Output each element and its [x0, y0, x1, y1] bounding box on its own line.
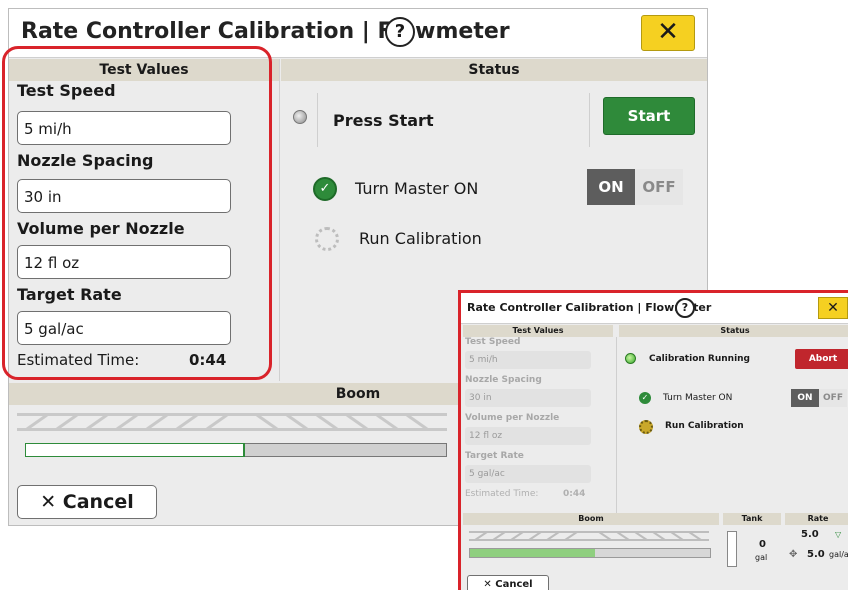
inset-turn-master-on-text: Turn Master ON [663, 393, 733, 403]
inset-rate-actual: 5.0 [807, 549, 825, 560]
divider [589, 93, 590, 147]
inset-help-icon[interactable]: ? [675, 298, 695, 318]
help-icon[interactable]: ? [385, 17, 415, 47]
cancel-x-icon: ✕ [40, 491, 57, 513]
inset-estimated-time-value: 0:44 [563, 489, 586, 499]
status-led-icon [293, 110, 307, 124]
inset-check-icon: ✓ [639, 392, 651, 404]
inset-boom-graphic-icon [469, 531, 709, 541]
inset-calibration-dialog: Rate Controller Calibration | Flowmeter … [458, 290, 848, 590]
inset-master-toggle[interactable]: ON OFF [791, 389, 847, 407]
inset-rate-unit: gal/a [829, 550, 848, 559]
press-start-text: Press Start [333, 111, 434, 130]
divider [317, 93, 318, 147]
loading-spinner-icon [315, 227, 339, 251]
inset-tank-value: 0 [759, 539, 766, 550]
inset-boom-progress-bar [469, 548, 711, 558]
toggle-on[interactable]: ON [587, 169, 635, 205]
toggle-off[interactable]: OFF [635, 169, 683, 205]
inset-toggle-on[interactable]: ON [791, 389, 819, 407]
status-header: Status [281, 59, 707, 81]
start-button[interactable]: Start [603, 97, 695, 135]
inset-tank-unit: gal [755, 553, 768, 562]
cancel-label: Cancel [62, 491, 134, 513]
inset-run-calibration-icon [639, 420, 653, 434]
inset-status-header: Status [619, 325, 848, 337]
inset-calibration-running-text: Calibration Running [649, 354, 750, 364]
inset-test-values-header: Test Values [463, 325, 613, 337]
inset-boom-header: Boom [463, 513, 719, 525]
inset-divider [616, 337, 617, 513]
inset-volume-label: Volume per Nozzle [465, 413, 560, 423]
cancel-button[interactable]: ✕ Cancel [17, 485, 157, 519]
test-values-highlight [2, 46, 272, 380]
inset-tank-header: Tank [723, 513, 781, 525]
inset-gps-icon: ✥ [789, 549, 798, 560]
inset-close-button[interactable]: ✕ [818, 297, 848, 319]
boom-graphic-icon [17, 413, 447, 431]
inset-rate-target: 5.0 [801, 529, 819, 540]
inset-estimated-time-label: Estimated Time: [465, 489, 539, 499]
inset-abort-button[interactable]: Abort [795, 349, 848, 369]
inset-run-calibration-text: Run Calibration [665, 421, 744, 431]
run-calibration-text: Run Calibration [359, 229, 482, 248]
inset-target-rate-label: Target Rate [465, 451, 524, 461]
inset-target-rate-field: 5 gal/ac [465, 465, 591, 483]
inset-boom-progress-fill [470, 549, 595, 557]
dialog-title: Rate Controller Calibration | Flowmeter [21, 19, 510, 44]
check-icon: ✓ [313, 177, 337, 201]
inset-header: Rate Controller Calibration | Flowmeter … [461, 293, 848, 324]
inset-volume-field: 12 fl oz [465, 427, 591, 445]
inset-bottom-panel: Boom Tank Rate 0 gal 5.0 ▽ ✥ 5.0 gal/a [461, 513, 848, 573]
inset-rate-target-icon: ▽ [835, 530, 842, 539]
inset-nozzle-spacing-label: Nozzle Spacing [465, 375, 542, 385]
boom-progress-fill [24, 443, 246, 457]
inset-running-led-icon [625, 353, 636, 364]
inset-nozzle-spacing-field: 30 in [465, 389, 591, 407]
inset-toggle-off[interactable]: OFF [819, 389, 847, 407]
boom-progress-bar [24, 443, 447, 457]
master-toggle[interactable]: ON OFF [587, 169, 683, 205]
inset-test-speed-field: 5 mi/h [465, 351, 591, 369]
turn-master-on-text: Turn Master ON [355, 179, 479, 198]
inset-cancel-label: Cancel [495, 579, 533, 590]
inset-tank-gauge-icon [727, 531, 737, 567]
inset-test-speed-label: Test Speed [465, 337, 521, 347]
inset-cancel-x-icon: ✕ [483, 579, 492, 590]
inset-cancel-button[interactable]: ✕ Cancel [467, 575, 549, 590]
inset-rate-header: Rate [785, 513, 848, 525]
close-button[interactable]: ✕ [641, 15, 695, 51]
